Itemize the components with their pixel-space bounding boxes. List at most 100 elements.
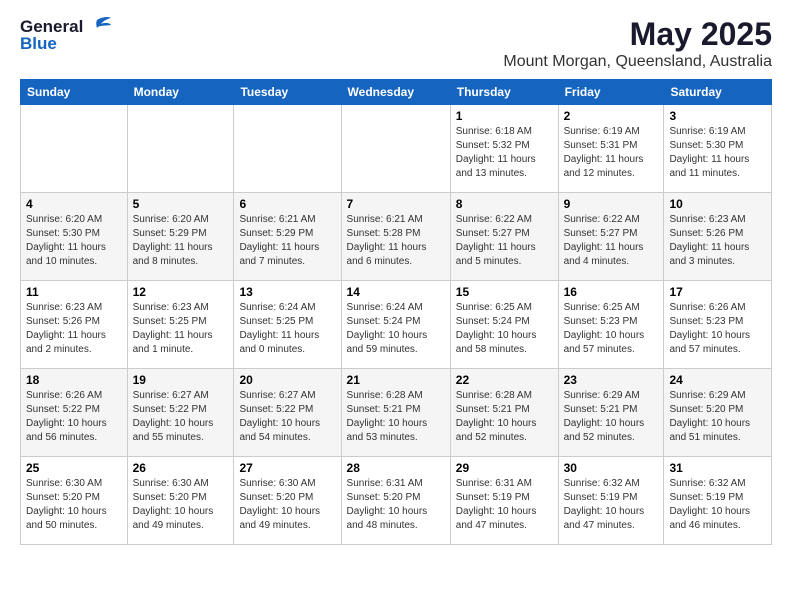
day-number: 4 — [26, 197, 122, 211]
weekday-header-sunday: Sunday — [21, 80, 128, 105]
calendar-cell: 5 Sunrise: 6:20 AM Sunset: 5:29 PM Daylig… — [127, 193, 234, 281]
calendar-cell: 25Sunrise: 6:30 AM Sunset: 5:20 PM Dayli… — [21, 457, 128, 545]
weekday-header-tuesday: Tuesday — [234, 80, 341, 105]
day-info: Sunrise: 6:32 AM Sunset: 5:19 PM Dayligh… — [669, 477, 766, 533]
logo: General Blue — [20, 16, 111, 54]
calendar-cell: 17Sunrise: 6:26 AM Sunset: 5:23 PM Dayli… — [664, 281, 772, 369]
day-info: Sunrise: 6:21 AM Sunset: 5:29 PM Dayligh… — [239, 213, 335, 269]
week-row-2: 4 Sunrise: 6:20 AM Sunset: 5:30 PM Daylig… — [21, 193, 772, 281]
calendar-cell: 14Sunrise: 6:24 AM Sunset: 5:24 PM Dayli… — [341, 281, 450, 369]
day-number: 7 — [347, 197, 445, 211]
day-info: Sunrise: 6:27 AM Sunset: 5:22 PM Dayligh… — [239, 389, 335, 445]
day-info: Sunrise: 6:25 AM Sunset: 5:24 PM Dayligh… — [456, 301, 553, 357]
day-info: Sunrise: 6:20 AM Sunset: 5:29 PM Dayligh… — [133, 213, 229, 269]
calendar-cell: 9 Sunrise: 6:22 AM Sunset: 5:27 PM Daylig… — [558, 193, 664, 281]
calendar-cell: 29Sunrise: 6:31 AM Sunset: 5:19 PM Dayli… — [450, 457, 558, 545]
calendar-cell: 16Sunrise: 6:25 AM Sunset: 5:23 PM Dayli… — [558, 281, 664, 369]
day-info: Sunrise: 6:29 AM Sunset: 5:20 PM Dayligh… — [669, 389, 766, 445]
day-number: 19 — [133, 373, 229, 387]
day-number: 2 — [564, 109, 659, 123]
calendar-cell: 12Sunrise: 6:23 AM Sunset: 5:25 PM Dayli… — [127, 281, 234, 369]
location-title: Mount Morgan, Queensland, Australia — [503, 53, 772, 71]
day-info: Sunrise: 6:21 AM Sunset: 5:28 PM Dayligh… — [347, 213, 445, 269]
calendar-cell: 1Sunrise: 6:18 AM Sunset: 5:32 PM Daylig… — [450, 105, 558, 193]
day-info: Sunrise: 6:26 AM Sunset: 5:22 PM Dayligh… — [26, 389, 122, 445]
calendar-cell — [21, 105, 128, 193]
day-number: 31 — [669, 461, 766, 475]
day-number: 18 — [26, 373, 122, 387]
day-info: Sunrise: 6:31 AM Sunset: 5:20 PM Dayligh… — [347, 477, 445, 533]
day-info: Sunrise: 6:23 AM Sunset: 5:26 PM Dayligh… — [669, 213, 766, 269]
calendar-cell: 22 Sunrise: 6:28 AM Sunset: 5:21 PM Dayli… — [450, 369, 558, 457]
calendar-cell — [341, 105, 450, 193]
calendar-cell: 11 Sunrise: 6:23 AM Sunset: 5:26 PM Dayli… — [21, 281, 128, 369]
day-info: Sunrise: 6:22 AM Sunset: 5:27 PM Dayligh… — [564, 213, 659, 269]
week-row-5: 25 Sunrise: 6:30 AM Sunset: 5:20 PM Dayli… — [21, 457, 772, 545]
calendar-cell: 6 Sunrise: 6:21 AM Sunset: 5:29 PM Daylig… — [234, 193, 341, 281]
day-number: 26 — [133, 461, 229, 475]
logo-bird-icon — [83, 16, 111, 38]
calendar-cell: 8 Sunrise: 6:22 AM Sunset: 5:27 PM Daylig… — [450, 193, 558, 281]
week-row-3: 11 Sunrise: 6:23 AM Sunset: 5:26 PM Dayli… — [21, 281, 772, 369]
day-number: 16 — [564, 285, 659, 299]
weekday-header-friday: Friday — [558, 80, 664, 105]
calendar-cell: 19 Sunrise: 6:27 AM Sunset: 5:22 PM Dayli… — [127, 369, 234, 457]
calendar-cell: 28 Sunrise: 6:31 AM Sunset: 5:20 PM Dayli… — [341, 457, 450, 545]
day-number: 5 — [133, 197, 229, 211]
calendar-cell — [234, 105, 341, 193]
day-number: 11 — [26, 285, 122, 299]
day-number: 23 — [564, 373, 659, 387]
day-info: Sunrise: 6:27 AM Sunset: 5:22 PM Dayligh… — [133, 389, 229, 445]
calendar-cell: 13Sunrise: 6:24 AM Sunset: 5:25 PM Dayli… — [234, 281, 341, 369]
week-row-4: 18 Sunrise: 6:26 AM Sunset: 5:22 PM Dayli… — [21, 369, 772, 457]
day-number: 9 — [564, 197, 659, 211]
day-info: Sunrise: 6:22 AM Sunset: 5:27 PM Dayligh… — [456, 213, 553, 269]
calendar-cell: 20 Sunrise: 6:27 AM Sunset: 5:22 PM Dayli… — [234, 369, 341, 457]
day-number: 6 — [239, 197, 335, 211]
day-info: Sunrise: 6:28 AM Sunset: 5:21 PM Dayligh… — [456, 389, 553, 445]
logo-text-group: General Blue — [20, 16, 111, 54]
weekday-header-row: SundayMondayTuesdayWednesdayThursdayFrid… — [21, 80, 772, 105]
day-number: 28 — [347, 461, 445, 475]
day-number: 8 — [456, 197, 553, 211]
page-header: General Blue May 2025 Mount Morgan, Quee… — [20, 16, 772, 71]
day-number: 3 — [669, 109, 766, 123]
calendar-cell: 27 Sunrise: 6:30 AM Sunset: 5:20 PM Dayli… — [234, 457, 341, 545]
calendar-cell: 18 Sunrise: 6:26 AM Sunset: 5:22 PM Dayli… — [21, 369, 128, 457]
day-number: 22 — [456, 373, 553, 387]
calendar-cell: 26 Sunrise: 6:30 AM Sunset: 5:20 PM Dayli… — [127, 457, 234, 545]
weekday-header-thursday: Thursday — [450, 80, 558, 105]
day-info: Sunrise: 6:19 AM Sunset: 5:30 PM Dayligh… — [669, 125, 766, 181]
calendar-cell: 21Sunrise: 6:28 AM Sunset: 5:21 PM Dayli… — [341, 369, 450, 457]
day-number: 10 — [669, 197, 766, 211]
calendar-cell: 31 Sunrise: 6:32 AM Sunset: 5:19 PM Dayli… — [664, 457, 772, 545]
day-info: Sunrise: 6:19 AM Sunset: 5:31 PM Dayligh… — [564, 125, 659, 181]
calendar-table: SundayMondayTuesdayWednesdayThursdayFrid… — [20, 79, 772, 545]
day-number: 21 — [347, 373, 445, 387]
day-info: Sunrise: 6:18 AM Sunset: 5:32 PM Dayligh… — [456, 125, 553, 181]
title-block: May 2025 Mount Morgan, Queensland, Austr… — [503, 16, 772, 71]
day-number: 27 — [239, 461, 335, 475]
day-info: Sunrise: 6:30 AM Sunset: 5:20 PM Dayligh… — [239, 477, 335, 533]
calendar-cell: 3 Sunrise: 6:19 AM Sunset: 5:30 PM Daylig… — [664, 105, 772, 193]
calendar-cell: 24Sunrise: 6:29 AM Sunset: 5:20 PM Dayli… — [664, 369, 772, 457]
day-number: 25 — [26, 461, 122, 475]
calendar-cell: 4 Sunrise: 6:20 AM Sunset: 5:30 PM Daylig… — [21, 193, 128, 281]
day-info: Sunrise: 6:26 AM Sunset: 5:23 PM Dayligh… — [669, 301, 766, 357]
day-number: 20 — [239, 373, 335, 387]
day-info: Sunrise: 6:24 AM Sunset: 5:24 PM Dayligh… — [347, 301, 445, 357]
calendar-cell: 10 Sunrise: 6:23 AM Sunset: 5:26 PM Dayli… — [664, 193, 772, 281]
day-info: Sunrise: 6:29 AM Sunset: 5:21 PM Dayligh… — [564, 389, 659, 445]
day-info: Sunrise: 6:32 AM Sunset: 5:19 PM Dayligh… — [564, 477, 659, 533]
weekday-header-wednesday: Wednesday — [341, 80, 450, 105]
calendar-cell: 23 Sunrise: 6:29 AM Sunset: 5:21 PM Dayli… — [558, 369, 664, 457]
day-info: Sunrise: 6:30 AM Sunset: 5:20 PM Dayligh… — [133, 477, 229, 533]
day-info: Sunrise: 6:24 AM Sunset: 5:25 PM Dayligh… — [239, 301, 335, 357]
day-number: 15 — [456, 285, 553, 299]
calendar-cell: 30Sunrise: 6:32 AM Sunset: 5:19 PM Dayli… — [558, 457, 664, 545]
calendar-cell: 2 Sunrise: 6:19 AM Sunset: 5:31 PM Daylig… — [558, 105, 664, 193]
day-number: 29 — [456, 461, 553, 475]
logo-blue: Blue — [20, 34, 57, 54]
day-info: Sunrise: 6:23 AM Sunset: 5:26 PM Dayligh… — [26, 301, 122, 357]
day-info: Sunrise: 6:20 AM Sunset: 5:30 PM Dayligh… — [26, 213, 122, 269]
